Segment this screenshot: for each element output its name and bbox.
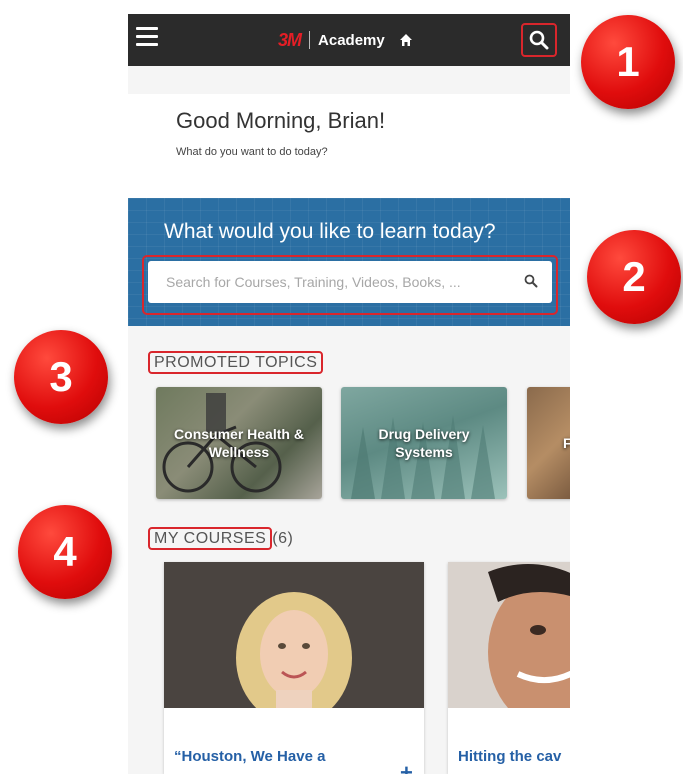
hero-title: What would you like to learn today?: [164, 220, 496, 243]
hamburger-menu-icon[interactable]: [136, 27, 158, 46]
greeting-panel: Good Morning, Brian! What do you want to…: [128, 94, 570, 198]
brand-name: Academy: [318, 31, 385, 49]
brand-logo: 3M: [278, 29, 302, 50]
promoted-topics-label: PROMOTED TOPICS: [148, 351, 324, 374]
phone-screen: 3M Academy Good Morning, Brian! What do …: [128, 14, 570, 774]
topic-label: Consumer Health & Wellness: [174, 425, 304, 460]
topic-card-drug-delivery[interactable]: Drug Delivery Systems: [341, 387, 507, 499]
hero-banner: What would you like to learn today? Sear…: [128, 198, 570, 326]
greeting-subtitle: What do you want to do today?: [176, 146, 328, 158]
callout-marker-2: 2: [587, 230, 681, 324]
course-title[interactable]: “Houston, We Have a: [174, 748, 325, 765]
search-button[interactable]: [521, 23, 557, 57]
brand-divider: [309, 31, 311, 49]
callout-marker-4: 4: [18, 505, 112, 599]
course-search-input[interactable]: Search for Courses, Training, Videos, Bo…: [148, 261, 552, 303]
topic-card-consumer-health[interactable]: Consumer Health & Wellness: [156, 387, 322, 499]
course-photo-woman: [164, 562, 424, 708]
search-icon[interactable]: [524, 274, 538, 288]
my-courses-label: MY COURSES: [148, 527, 273, 550]
course-photo-man: [448, 562, 570, 708]
my-courses-heading: MY COURSES (6): [148, 527, 294, 550]
plus-icon[interactable]: +: [400, 760, 413, 774]
course-title[interactable]: Hitting the cav: [458, 748, 561, 765]
greeting-title: Good Morning, Brian!: [176, 108, 386, 133]
my-courses-count: (6): [272, 530, 294, 547]
course-card-houston[interactable]: “Houston, We Have a +: [164, 562, 424, 774]
callout-marker-3: 3: [14, 330, 108, 424]
course-card-hitting[interactable]: Hitting the cav: [448, 562, 570, 774]
home-icon[interactable]: [399, 33, 413, 47]
topic-label: F: [563, 434, 570, 451]
callout-marker-1: 1: [581, 15, 675, 109]
topic-label: Drug Delivery Systems: [378, 425, 470, 460]
search-placeholder: Search for Courses, Training, Videos, Bo…: [166, 274, 461, 290]
topic-card-partial[interactable]: F: [527, 387, 570, 499]
brand[interactable]: 3M Academy: [278, 28, 413, 52]
top-bar: 3M Academy: [128, 14, 570, 66]
promoted-topics-heading: PROMOTED TOPICS: [148, 351, 324, 374]
search-icon: [529, 30, 549, 50]
